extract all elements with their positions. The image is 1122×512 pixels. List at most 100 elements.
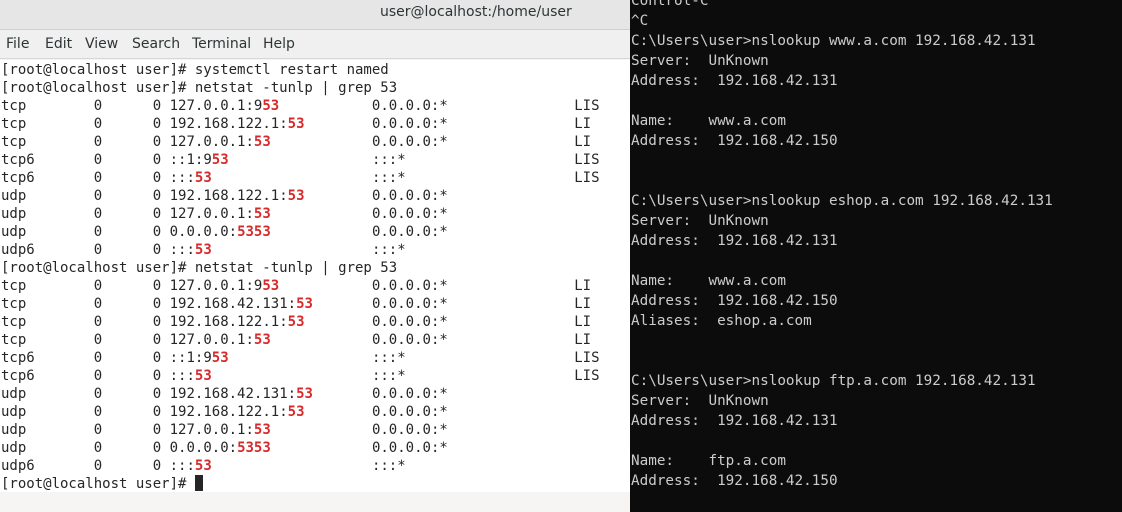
send-q-cell: 0 xyxy=(152,116,162,132)
cmd-line: Server: UnKnown xyxy=(631,53,769,69)
netstat-row: tcp 0 0 127.0.0.1:53 0.0.0.0:* LI xyxy=(1,331,600,349)
send-q-cell: 0 xyxy=(152,98,162,114)
recv-q-cell: 0 xyxy=(93,242,103,258)
cmd-line: Address: 192.168.42.131 xyxy=(631,233,838,249)
local-port-cell: 5353 xyxy=(237,224,271,240)
window-bottom-edge xyxy=(0,492,630,512)
netstat-row: tcp6 0 0 :::53 :::* LIS xyxy=(1,367,600,385)
local-port-cell: 53 xyxy=(253,206,271,222)
windows-command-prompt[interactable]: Control-C ^C C:\Users\user>nslookup www.a.… xyxy=(630,0,1122,512)
state-cell: LIS xyxy=(574,350,600,366)
netstat-row: tcp 0 0 192.168.122.1:53 0.0.0.0:* LI xyxy=(1,313,600,331)
proto-cell: udp xyxy=(1,422,27,438)
foreign-address-cell: :::* xyxy=(371,170,406,186)
cmd-line: Name: ftp.a.com xyxy=(631,453,786,469)
send-q-cell: 0 xyxy=(152,314,162,330)
proto-cell: udp xyxy=(1,224,27,240)
send-q-cell: 0 xyxy=(152,206,162,222)
netstat-row: tcp6 0 0 ::1:953 :::* LIS xyxy=(1,349,600,367)
local-address-cell: ::: xyxy=(169,242,195,258)
foreign-address-cell: 0.0.0.0:* xyxy=(371,332,448,348)
local-address-cell: 192.168.122.1: xyxy=(169,314,288,330)
terminal-lines: [root@localhost user]# systemctl restart… xyxy=(1,61,600,492)
proto-cell: tcp xyxy=(1,278,27,294)
menu-terminal[interactable]: Terminal xyxy=(192,36,251,52)
menu-file[interactable]: File xyxy=(6,36,29,52)
send-q-cell: 0 xyxy=(152,296,162,312)
menu-view[interactable]: View xyxy=(85,36,118,52)
text-cursor xyxy=(194,475,203,491)
local-port-cell: 53 xyxy=(253,422,271,438)
local-port-cell: 53 xyxy=(287,404,305,420)
foreign-address-cell: :::* xyxy=(371,242,406,258)
recv-q-cell: 0 xyxy=(93,206,103,222)
cmd-line xyxy=(631,431,1053,451)
menu-search[interactable]: Search xyxy=(132,36,180,52)
local-port-cell: 53 xyxy=(296,296,313,312)
foreign-address-cell: 0.0.0.0:* xyxy=(371,386,448,402)
foreign-address-cell: 0.0.0.0:* xyxy=(371,188,448,204)
send-q-cell: 0 xyxy=(152,242,162,258)
title-bar[interactable]: user@localhost:/home/user xyxy=(0,0,630,30)
local-port-cell: 53 xyxy=(287,314,305,330)
proto-cell: tcp xyxy=(1,116,27,132)
send-q-cell: 0 xyxy=(152,458,162,474)
send-q-cell: 0 xyxy=(152,152,162,168)
linux-terminal-window: user@localhost:/home/user File Edit View Se… xyxy=(0,0,630,512)
menu-edit[interactable]: Edit xyxy=(45,36,72,52)
state-cell: LI xyxy=(574,278,592,294)
proto-cell: udp6 xyxy=(1,458,35,474)
local-address-cell: 192.168.42.131: xyxy=(169,386,297,402)
cmd-line: ^C xyxy=(631,13,649,29)
send-q-cell: 0 xyxy=(152,422,162,438)
proto-cell: tcp xyxy=(1,332,27,348)
cmd-line xyxy=(631,251,1053,271)
state-cell: LI xyxy=(574,116,592,132)
cmd-line xyxy=(631,91,1053,111)
menu-help[interactable]: Help xyxy=(263,36,295,52)
netstat-row: udp 0 0 127.0.0.1:53 0.0.0.0:* xyxy=(1,421,600,439)
local-port-cell: 53 xyxy=(287,188,305,204)
foreign-address-cell: 0.0.0.0:* xyxy=(371,134,448,150)
netstat-row: udp 0 0 127.0.0.1:53 0.0.0.0:* xyxy=(1,205,600,223)
local-port-cell: 53 xyxy=(253,332,271,348)
terminal-output[interactable]: [root@localhost user]# systemctl restart… xyxy=(0,60,630,492)
foreign-address-cell: :::* xyxy=(371,368,406,384)
state-cell: LI xyxy=(574,314,592,330)
local-address-cell: 0.0.0.0: xyxy=(169,440,238,456)
menu-bar: File Edit View Search Terminal Help xyxy=(0,30,630,59)
